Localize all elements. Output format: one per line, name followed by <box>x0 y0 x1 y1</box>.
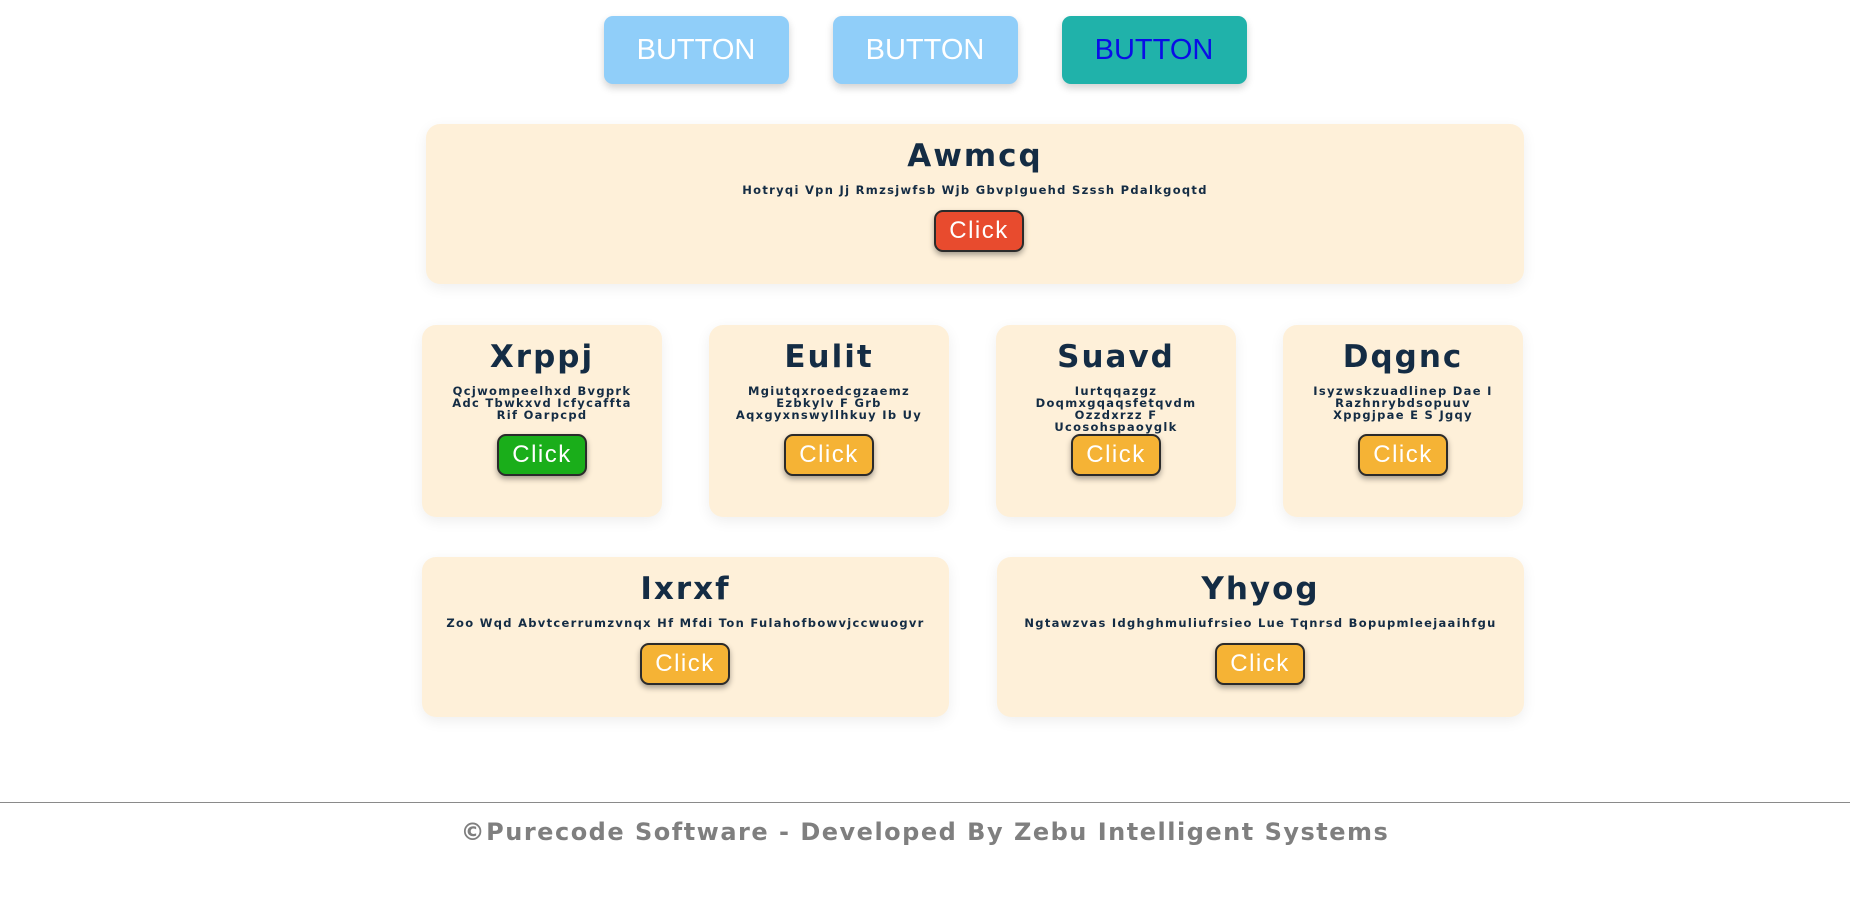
card-description: Isyzwskzuadlinep Dae I Razhnrybdsopuuv X… <box>1313 384 1493 422</box>
click-button[interactable]: Click <box>784 434 874 476</box>
click-button[interactable]: Click <box>1071 434 1161 476</box>
card-description: Hotryqi Vpn Jj Rmzsjwfsb Wjb Gbvplguehd … <box>742 183 1208 197</box>
card-ixrxf: Ixrxf Zoo Wqd Abvtcerrumzvnqx Hf Mfdi To… <box>422 557 949 717</box>
click-button[interactable]: Click <box>1358 434 1448 476</box>
card-title: Yhyog <box>1201 571 1320 607</box>
card-description: Iurtqqazgz Doqmxgqaqsfetqvdm Ozzdxrzz F … <box>1035 384 1197 434</box>
card-eulit: Eulit Mgiutqxroedcgzaemz Ezbkylv F Grb A… <box>709 325 949 517</box>
footer-divider <box>0 802 1850 803</box>
top-button-row: BUTTON BUTTON BUTTON <box>0 16 1850 84</box>
click-button[interactable]: Click <box>497 434 587 476</box>
card-awmcq: Awmcq Hotryqi Vpn Jj Rmzsjwfsb Wjb Gbvpl… <box>426 124 1524 284</box>
card-title: Ixrxf <box>640 571 731 607</box>
top-button-3[interactable]: BUTTON <box>1061 16 1247 84</box>
card-dqgnc: Dqgnc Isyzwskzuadlinep Dae I Razhnrybdso… <box>1283 325 1523 517</box>
card-description: Ngtawzvas Idghghmuliufrsieo Lue Tqnrsd B… <box>1024 616 1497 630</box>
card-title: Awmcq <box>907 138 1043 174</box>
click-button[interactable]: Click <box>640 643 730 685</box>
card-title: Xrppj <box>489 339 595 375</box>
card-title: Dqgnc <box>1342 339 1464 375</box>
click-button[interactable]: Click <box>1215 643 1305 685</box>
card-description: Zoo Wqd Abvtcerrumzvnqx Hf Mfdi Ton Fula… <box>446 616 925 630</box>
card-title: Eulit <box>784 339 874 375</box>
footer-copyright: ©Purecode Software - Developed By Zebu I… <box>460 818 1390 846</box>
click-button[interactable]: Click <box>934 210 1024 252</box>
card-description: Mgiutqxroedcgzaemz Ezbkylv F Grb Aqxgyxn… <box>735 384 923 422</box>
card-xrppj: Xrppj Qcjwompeelhxd Bvgprk Adc Tbwkxvd I… <box>422 325 662 517</box>
card-suavd: Suavd Iurtqqazgz Doqmxgqaqsfetqvdm Ozzdx… <box>996 325 1236 517</box>
top-button-2[interactable]: BUTTON <box>832 16 1018 84</box>
card-description: Qcjwompeelhxd Bvgprk Adc Tbwkxvd Icfycaf… <box>452 384 632 422</box>
top-button-1[interactable]: BUTTON <box>603 16 789 84</box>
card-title: Suavd <box>1057 339 1175 375</box>
card-yhyog: Yhyog Ngtawzvas Idghghmuliufrsieo Lue Tq… <box>997 557 1524 717</box>
